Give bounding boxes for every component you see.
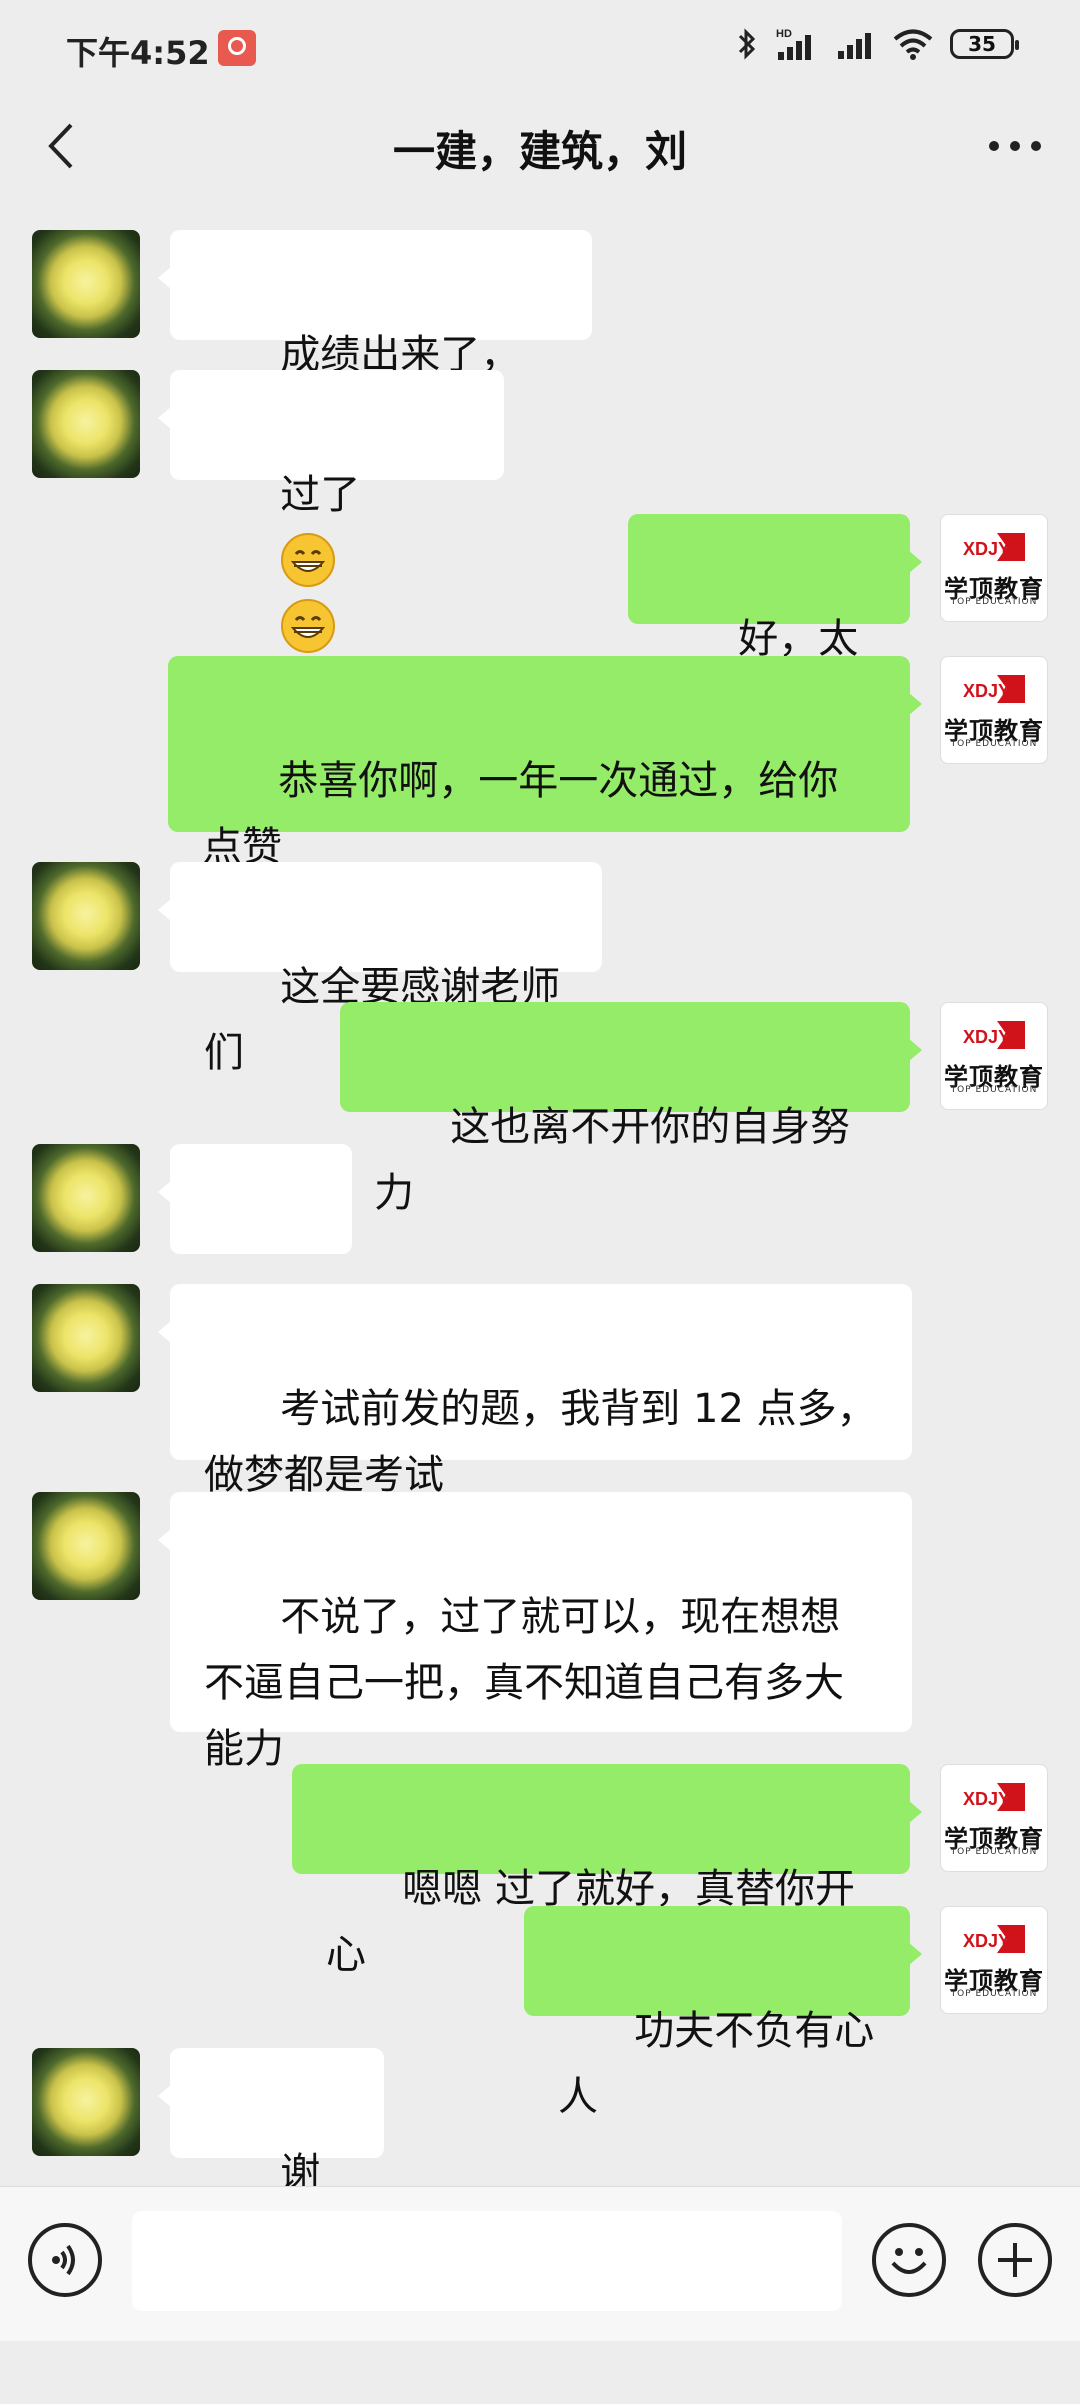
message-bubble[interactable]: 考试前发的题，我背到 12 点多，做梦都是考试 bbox=[158, 1284, 912, 1498]
voice-button[interactable] bbox=[28, 2223, 102, 2297]
message-row: 这全要感谢老师们 bbox=[0, 862, 1080, 1076]
logo-subtitle: TOP EDUCATION bbox=[950, 1847, 1038, 1857]
teacher-avatar[interactable]: XDJY 学顶教育 TOP EDUCATION bbox=[940, 1764, 1048, 1872]
message-text: 恭喜你啊，一年一次通过，给你点赞 bbox=[202, 758, 839, 870]
teacher-avatar[interactable]: XDJY 学顶教育 TOP EDUCATION bbox=[940, 1906, 1048, 2014]
message-row: 过了 bbox=[0, 370, 1080, 719]
message-row: 谢谢 bbox=[0, 2048, 1080, 2331]
message-text: 考试前发的题，我背到 12 点多，做梦都是考试 bbox=[204, 1386, 877, 1498]
more-icon bbox=[989, 141, 1041, 151]
message-row: 嗯嗯 过了就好，真替你开心 XDJY 学顶教育 TOP EDUCATION bbox=[0, 1764, 1080, 1978]
battery-icon: 35 bbox=[950, 29, 1019, 59]
xdjy-logo-icon: XDJY bbox=[963, 1925, 1025, 1953]
logo-subtitle: TOP EDUCATION bbox=[950, 1085, 1038, 1095]
app-notification-icon bbox=[218, 30, 256, 66]
xdjy-logo-icon: XDJY bbox=[963, 1021, 1025, 1049]
plus-icon bbox=[998, 2243, 1032, 2277]
logo-subtitle: TOP EDUCATION bbox=[950, 597, 1038, 607]
message-bubble[interactable]: 恭喜你啊，一年一次通过，给你点赞 bbox=[168, 656, 922, 870]
message-bubble[interactable]: 谢谢 bbox=[158, 2048, 384, 2331]
message-row bbox=[0, 1144, 1080, 1559]
message-row: 这也离不开你的自身努力 XDJY 学顶教育 TOP EDUCATION bbox=[0, 1002, 1080, 1216]
teacher-avatar[interactable]: XDJY 学顶教育 TOP EDUCATION bbox=[940, 514, 1048, 622]
xdjy-logo-icon: XDJY bbox=[963, 533, 1025, 561]
message-row: 好，太棒了 XDJY 学顶教育 TOP EDUCATION bbox=[0, 514, 1080, 728]
xdjy-logo-icon: XDJY bbox=[963, 1783, 1025, 1811]
message-bubble[interactable]: 嗯嗯 过了就好，真替你开心 bbox=[292, 1764, 922, 1978]
signal-icon bbox=[838, 33, 871, 59]
contact-avatar[interactable] bbox=[32, 2048, 140, 2156]
message-text: 过了 bbox=[280, 472, 361, 518]
chat-title: 一建，建筑，刘 bbox=[392, 127, 687, 176]
logo-subtitle: TOP EDUCATION bbox=[950, 739, 1038, 749]
message-row: 成绩出来了，老师 bbox=[0, 230, 1080, 444]
teacher-avatar[interactable]: XDJY 学顶教育 TOP EDUCATION bbox=[940, 656, 1048, 764]
svg-text:XDJY: XDJY bbox=[963, 1027, 1010, 1047]
more-button[interactable] bbox=[980, 114, 1050, 178]
message-text: 不说了，过了就可以，现在想想不逼自己一把，真不知道自己有多大能力 bbox=[204, 1594, 844, 1772]
teacher-avatar[interactable]: XDJY 学顶教育 TOP EDUCATION bbox=[940, 1002, 1048, 1110]
xdjy-logo-icon: XDJY bbox=[963, 675, 1025, 703]
svg-text:XDJY: XDJY bbox=[963, 539, 1010, 559]
contact-avatar[interactable] bbox=[32, 370, 140, 478]
voice-icon bbox=[52, 2244, 75, 2276]
message-row: 不说了，过了就可以，现在想想不逼自己一把，真不知道自己有多大能力 bbox=[0, 1492, 1080, 1772]
message-row: 恭喜你啊，一年一次通过，给你点赞 XDJY 学顶教育 TOP EDUCATION bbox=[0, 656, 1080, 870]
nav-bar: 一建，建筑，刘 bbox=[0, 100, 1080, 192]
message-bubble[interactable]: 成绩出来了，老师 bbox=[158, 230, 592, 444]
message-bubble[interactable]: 不说了，过了就可以，现在想想不逼自己一把，真不知道自己有多大能力 bbox=[158, 1492, 912, 1772]
emoji-button[interactable] bbox=[872, 2223, 946, 2297]
logo-subtitle: TOP EDUCATION bbox=[950, 1989, 1038, 1999]
contact-avatar[interactable] bbox=[32, 1144, 140, 1252]
status-time: 下午4:52 bbox=[66, 34, 210, 72]
message-bubble[interactable]: 过了 bbox=[158, 370, 504, 719]
bluetooth-icon bbox=[738, 28, 756, 60]
contact-avatar[interactable] bbox=[32, 1492, 140, 1600]
more-functions-button[interactable] bbox=[978, 2223, 1052, 2297]
svg-text:XDJY: XDJY bbox=[963, 681, 1010, 701]
message-bubble[interactable]: 好，太棒了 bbox=[628, 514, 922, 728]
message-bubble[interactable] bbox=[158, 1144, 352, 1559]
message-input[interactable] bbox=[132, 2211, 842, 2311]
contact-avatar[interactable] bbox=[32, 1284, 140, 1392]
message-row: 考试前发的题，我背到 12 点多，做梦都是考试 bbox=[0, 1284, 1080, 1498]
svg-text:HD: HD bbox=[776, 28, 792, 40]
status-icons: HD 35 bbox=[736, 26, 1019, 62]
message-bubble[interactable]: 这也离不开你的自身努力 bbox=[340, 1002, 922, 1216]
contact-avatar[interactable] bbox=[32, 230, 140, 338]
wifi-icon bbox=[893, 29, 933, 60]
input-bar bbox=[0, 2186, 1080, 2341]
message-bubble[interactable]: 这全要感谢老师们 bbox=[158, 862, 602, 1076]
emoji-icon bbox=[891, 2248, 927, 2274]
message-bubble[interactable]: 功夫不负有心人 bbox=[524, 1906, 922, 2120]
message-row: 功夫不负有心人 XDJY 学顶教育 TOP EDUCATION bbox=[0, 1906, 1080, 2120]
status-bar: 下午4:52 HD 35 bbox=[0, 0, 1080, 100]
svg-text:XDJY: XDJY bbox=[963, 1931, 1010, 1951]
contact-avatar[interactable] bbox=[32, 862, 140, 970]
signal-hd-icon: HD bbox=[776, 28, 811, 60]
svg-text:XDJY: XDJY bbox=[963, 1789, 1010, 1809]
